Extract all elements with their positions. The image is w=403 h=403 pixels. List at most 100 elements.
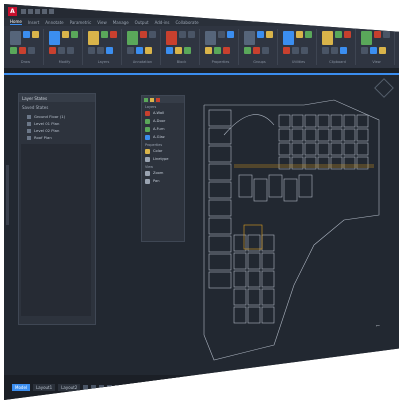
layout-tab-layout1[interactable]: Layout1 xyxy=(33,384,56,391)
layers-palette-header[interactable] xyxy=(142,96,184,103)
ribbon-tool-icon[interactable] xyxy=(166,31,177,45)
ribbon-tab-manage[interactable]: Manage xyxy=(113,20,129,25)
status-toggle-icon[interactable] xyxy=(147,385,153,390)
new-icon[interactable] xyxy=(21,8,26,14)
drawing-area[interactable]: Layer States Saved States Ground Floor (… xyxy=(4,75,399,387)
status-toggle-icon[interactable] xyxy=(187,385,193,390)
ribbon-tool-icon[interactable] xyxy=(49,31,60,45)
ribbon-tool-icon[interactable] xyxy=(71,31,78,38)
palette-row[interactable]: A-Furn xyxy=(142,125,184,133)
ribbon-tool-icon[interactable] xyxy=(335,31,342,38)
ribbon-tool-icon[interactable] xyxy=(344,31,351,38)
ribbon-tool-icon[interactable] xyxy=(214,47,221,54)
ribbon-tool-icon[interactable] xyxy=(244,31,255,45)
ribbon-tool-icon[interactable] xyxy=(136,47,143,54)
status-toggle-icon[interactable] xyxy=(123,385,129,390)
ribbon-tool-icon[interactable] xyxy=(23,31,30,38)
ribbon-tab-view[interactable]: View xyxy=(97,20,107,25)
layer-state-item[interactable]: Ground Floor (1) xyxy=(19,113,95,120)
ribbon-tab-annotate[interactable]: Annotate xyxy=(45,20,63,25)
ribbon-tool-icon[interactable] xyxy=(253,47,260,54)
ribbon-tool-icon[interactable] xyxy=(32,31,39,38)
palette-header[interactable]: Layer States xyxy=(19,94,95,102)
ribbon-tool-icon[interactable] xyxy=(10,31,21,45)
palette-row[interactable]: Pan xyxy=(142,177,184,185)
palette-row[interactable]: Linetype xyxy=(142,155,184,163)
status-toggle-icon[interactable] xyxy=(163,385,169,390)
palette-row[interactable]: A-Door xyxy=(142,117,184,125)
layer-state-item[interactable]: Level 02 Plan xyxy=(19,127,95,134)
ribbon-tool-icon[interactable] xyxy=(149,31,156,38)
ribbon-tool-icon[interactable] xyxy=(205,47,212,54)
ribbon-tool-icon[interactable] xyxy=(379,47,386,54)
undo-icon[interactable] xyxy=(42,8,47,14)
ribbon-tab-home[interactable]: Home xyxy=(10,19,22,25)
ribbon-tool-icon[interactable] xyxy=(361,47,368,54)
ribbon-tool-icon[interactable] xyxy=(205,31,216,45)
ribbon-tool-icon[interactable] xyxy=(140,31,147,38)
ribbon-tool-icon[interactable] xyxy=(101,31,108,38)
ribbon-tool-icon[interactable] xyxy=(218,31,225,38)
layer-state-item[interactable]: Level 01 Plan xyxy=(19,120,95,127)
ribbon-tool-icon[interactable] xyxy=(106,47,113,54)
ribbon-tool-icon[interactable] xyxy=(58,47,65,54)
ribbon-tool-icon[interactable] xyxy=(179,31,186,38)
ribbon-tool-icon[interactable] xyxy=(370,47,377,54)
ribbon-tool-icon[interactable] xyxy=(292,47,299,54)
status-toggle-icon[interactable] xyxy=(179,385,185,390)
floor-plan-drawing[interactable] xyxy=(184,95,384,365)
ribbon-tool-icon[interactable] xyxy=(175,47,182,54)
status-toggle-icon[interactable] xyxy=(115,385,121,390)
ribbon-tool-icon[interactable] xyxy=(301,47,308,54)
ribbon-tool-icon[interactable] xyxy=(145,47,152,54)
ribbon-tab-insert[interactable]: Insert xyxy=(28,20,39,25)
status-toggle-icon[interactable] xyxy=(99,385,105,390)
ribbon-tool-icon[interactable] xyxy=(305,31,312,38)
layout-tab-layout2[interactable]: Layout2 xyxy=(58,384,81,391)
ribbon-tool-icon[interactable] xyxy=(62,31,69,38)
palette-row[interactable]: A-Wall xyxy=(142,109,184,117)
status-toggle-icon[interactable] xyxy=(155,385,161,390)
ribbon-tool-icon[interactable] xyxy=(322,47,329,54)
ribbon-tool-icon[interactable] xyxy=(184,47,191,54)
ribbon-tool-icon[interactable] xyxy=(262,47,269,54)
status-toggle-icon[interactable] xyxy=(139,385,145,390)
layer-state-item[interactable]: Roof Plan xyxy=(19,134,95,141)
ribbon-tool-icon[interactable] xyxy=(110,31,117,38)
ribbon-tool-icon[interactable] xyxy=(257,31,264,38)
ribbon-tool-icon[interactable] xyxy=(88,31,99,45)
ribbon-tab-output[interactable]: Output xyxy=(135,20,149,25)
app-logo[interactable]: A xyxy=(8,6,17,16)
ribbon-tool-icon[interactable] xyxy=(283,47,290,54)
file-tabs[interactable] xyxy=(4,68,399,75)
palette-scrollbar[interactable] xyxy=(6,165,9,225)
ribbon-tool-icon[interactable] xyxy=(266,31,273,38)
ribbon-tool-icon[interactable] xyxy=(340,47,347,54)
ribbon-tool-icon[interactable] xyxy=(166,47,173,54)
ribbon-tool-icon[interactable] xyxy=(28,47,35,54)
status-toggle-icon[interactable] xyxy=(131,385,137,390)
ribbon-tool-icon[interactable] xyxy=(283,31,294,45)
save-icon[interactable] xyxy=(35,8,40,14)
redo-icon[interactable] xyxy=(49,8,54,14)
palette-row[interactable]: Color xyxy=(142,147,184,155)
ribbon-tool-icon[interactable] xyxy=(223,47,230,54)
ribbon-tool-icon[interactable] xyxy=(97,47,104,54)
layout-tab-model[interactable]: Model xyxy=(12,384,31,391)
ribbon-tab-parametric[interactable]: Parametric xyxy=(70,20,92,25)
ribbon-tool-icon[interactable] xyxy=(127,31,138,45)
status-toggle-icon[interactable] xyxy=(107,385,113,390)
palette-row[interactable]: Zoom xyxy=(142,169,184,177)
ribbon-tool-icon[interactable] xyxy=(296,31,303,38)
ribbon-tool-icon[interactable] xyxy=(374,31,381,38)
ribbon-tool-icon[interactable] xyxy=(49,47,56,54)
status-toggle-icon[interactable] xyxy=(91,385,97,390)
ribbon-tool-icon[interactable] xyxy=(19,47,26,54)
open-icon[interactable] xyxy=(28,8,33,14)
status-toggle-icon[interactable] xyxy=(83,385,89,390)
ribbon-tool-icon[interactable] xyxy=(383,31,390,38)
ribbon-tool-icon[interactable] xyxy=(67,47,74,54)
palette-row[interactable]: A-Glaz xyxy=(142,133,184,141)
ribbon-tool-icon[interactable] xyxy=(10,47,17,54)
ribbon-tool-icon[interactable] xyxy=(127,47,134,54)
